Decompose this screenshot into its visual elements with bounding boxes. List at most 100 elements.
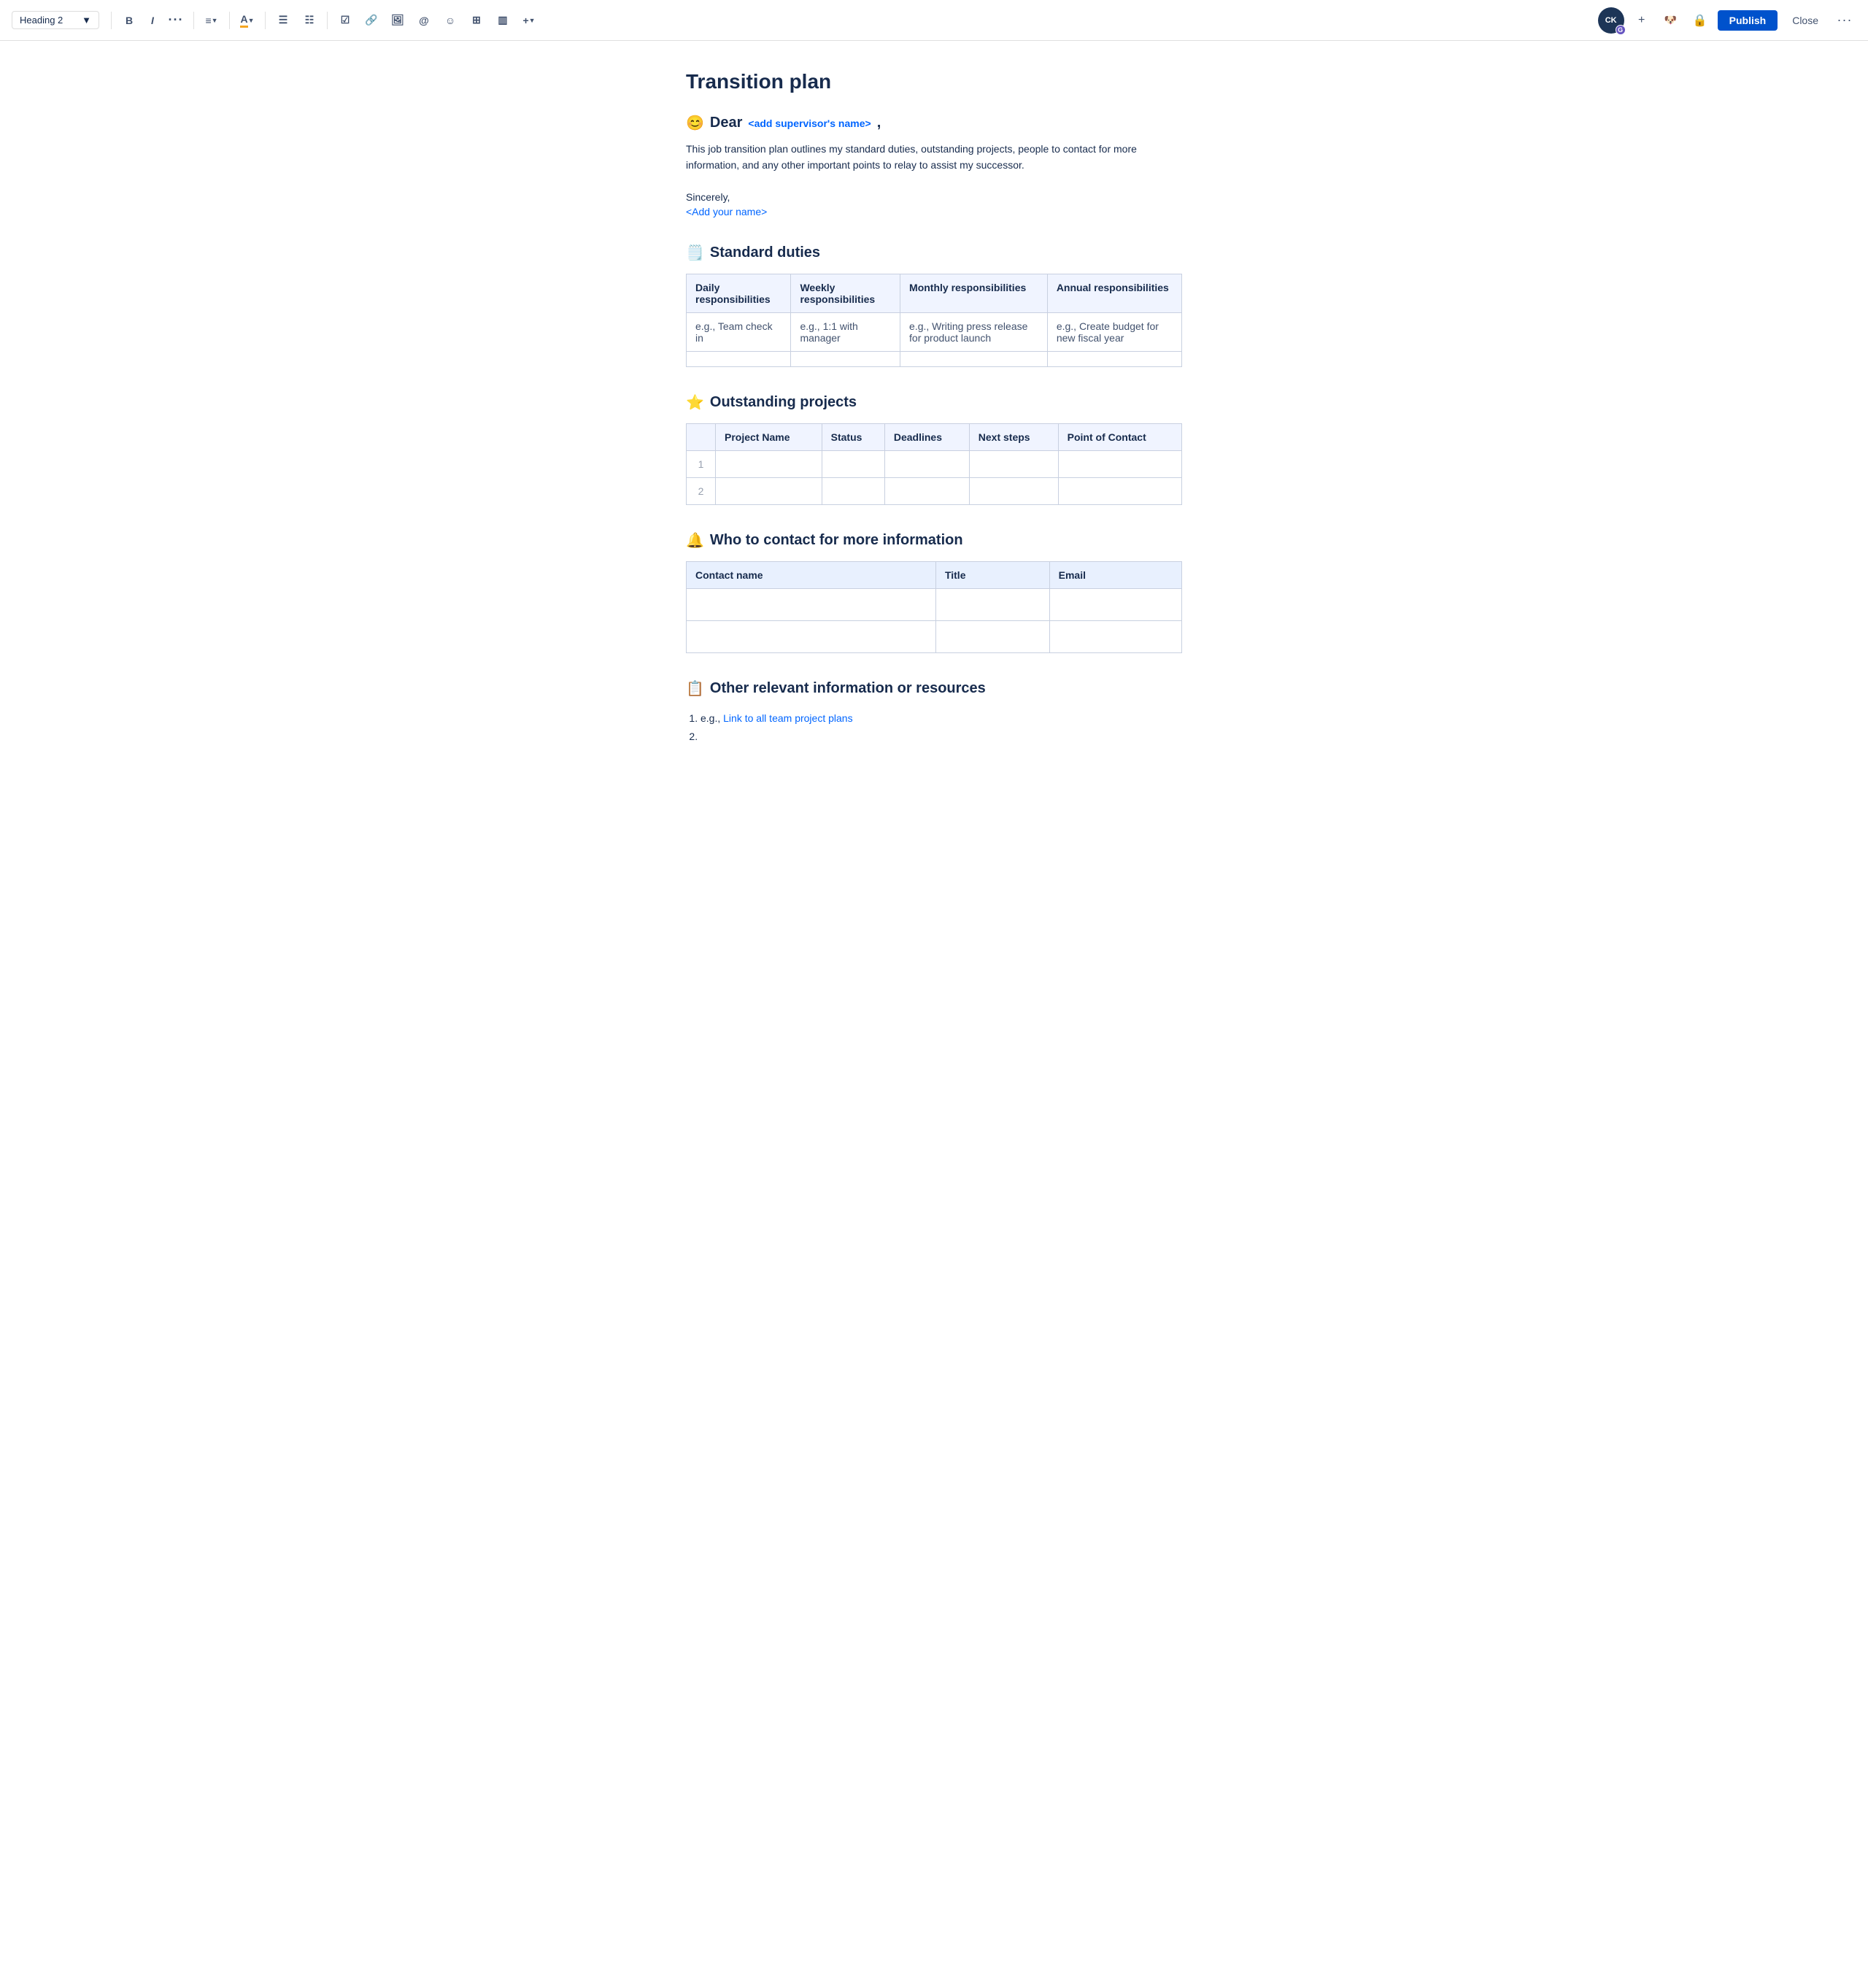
color-icon: A: [240, 13, 247, 28]
th-weekly: Weekly responsibilities: [791, 274, 900, 312]
numbered-list-button[interactable]: ☷: [298, 9, 321, 32]
more-options-button[interactable]: ···: [1833, 9, 1856, 32]
divider-4: [265, 12, 266, 29]
list-item-2[interactable]: [700, 728, 1182, 746]
td-contact-title-2[interactable]: [935, 620, 1049, 652]
th-num: [687, 423, 716, 450]
bold-button[interactable]: B: [117, 9, 141, 32]
insert-more-icon: +: [522, 15, 528, 26]
numbered-list-icon: ☷: [305, 14, 314, 26]
td-weekly-1[interactable]: e.g., 1:1 with manager: [791, 312, 900, 351]
greeting-text: Dear: [710, 115, 742, 131]
td-monthly-2[interactable]: [900, 351, 1048, 366]
td-poc-1[interactable]: [1058, 450, 1181, 477]
color-button[interactable]: A ▼: [236, 9, 259, 32]
bullet-list-button[interactable]: ☰: [271, 9, 295, 32]
insert-more-button[interactable]: + ▼: [517, 9, 541, 32]
td-poc-2[interactable]: [1058, 477, 1181, 504]
td-next-steps-1[interactable]: [969, 450, 1058, 477]
th-title: Title: [935, 561, 1049, 588]
template-icon: 🐶: [1664, 14, 1677, 26]
heading-selector[interactable]: Heading 2 ▼: [12, 11, 99, 29]
intro-paragraph[interactable]: This job transition plan outlines my sta…: [686, 141, 1182, 174]
td-contact-name-1[interactable]: [687, 588, 936, 620]
emoji-button[interactable]: ☺: [439, 9, 462, 32]
td-monthly-1[interactable]: e.g., Writing press release for product …: [900, 312, 1048, 351]
task-icon: ☑: [341, 14, 350, 26]
align-chevron: ▼: [212, 17, 218, 24]
add-collaborator-button[interactable]: +: [1630, 9, 1653, 32]
mention-button[interactable]: @: [412, 9, 436, 32]
td-status-2[interactable]: [822, 477, 884, 504]
bullet-list-icon: ☰: [279, 14, 288, 26]
contacts-section: 🔔 Who to contact for more information Co…: [686, 531, 1182, 653]
table-header-row: Contact name Title Email: [687, 561, 1182, 588]
table-row: [687, 620, 1182, 652]
td-daily-1[interactable]: e.g., Team check in: [687, 312, 791, 351]
outstanding-projects-heading: ⭐ Outstanding projects: [686, 393, 1182, 412]
td-contact-title-1[interactable]: [935, 588, 1049, 620]
heading-chevron: ▼: [82, 15, 91, 26]
td-weekly-2[interactable]: [791, 351, 900, 366]
publish-button[interactable]: Publish: [1718, 10, 1778, 31]
lock-button[interactable]: 🔒: [1688, 9, 1712, 32]
td-deadlines-1[interactable]: [884, 450, 969, 477]
greeting-comma: ,: [877, 115, 881, 131]
supervisor-name-placeholder[interactable]: <add supervisor's name>: [748, 117, 871, 129]
table-row: [687, 351, 1182, 366]
image-button[interactable]: 🖼: [386, 9, 409, 32]
outstanding-projects-section: ⭐ Outstanding projects Project Name Stat…: [686, 393, 1182, 505]
italic-button[interactable]: I: [141, 9, 164, 32]
other-resources-title: Other relevant information or resources: [710, 680, 986, 697]
divider-1: [111, 12, 112, 29]
avatar[interactable]: CK G: [1598, 7, 1624, 34]
resources-list: e.g., Link to all team project plans: [686, 709, 1182, 746]
td-next-steps-2[interactable]: [969, 477, 1058, 504]
td-contact-email-2[interactable]: [1049, 620, 1181, 652]
link-button[interactable]: 🔗: [360, 9, 383, 32]
other-resources-emoji: 📋: [686, 679, 704, 698]
name-placeholder[interactable]: <Add your name>: [686, 206, 767, 217]
th-annual: Annual responsibilities: [1047, 274, 1181, 312]
outstanding-projects-emoji: ⭐: [686, 393, 704, 412]
td-row-num-1: 1: [687, 450, 716, 477]
mention-icon: @: [419, 15, 429, 26]
td-contact-email-1[interactable]: [1049, 588, 1181, 620]
td-status-1[interactable]: [822, 450, 884, 477]
td-deadlines-2[interactable]: [884, 477, 969, 504]
align-icon: ≡: [205, 15, 211, 26]
other-resources-section: 📋 Other relevant information or resource…: [686, 679, 1182, 746]
doc-title[interactable]: Transition plan: [686, 70, 1182, 93]
align-button[interactable]: ≡ ▼: [200, 9, 223, 32]
contacts-heading: 🔔 Who to contact for more information: [686, 531, 1182, 550]
table-row: e.g., Team check in e.g., 1:1 with manag…: [687, 312, 1182, 351]
standard-duties-table: Daily responsibilities Weekly responsibi…: [686, 274, 1182, 367]
more-options-icon: ···: [1837, 12, 1853, 28]
table-row: [687, 588, 1182, 620]
outstanding-projects-table: Project Name Status Deadlines Next steps…: [686, 423, 1182, 505]
list-item-link-1[interactable]: Link to all team project plans: [723, 712, 852, 724]
td-annual-2[interactable]: [1047, 351, 1181, 366]
divider-2: [193, 12, 194, 29]
layout-icon: ▥: [498, 14, 507, 26]
table-row: 1: [687, 450, 1182, 477]
sincerely-text: Sincerely,: [686, 191, 1182, 203]
contacts-emoji: 🔔: [686, 531, 704, 550]
avatar-initials: CK: [1605, 16, 1617, 25]
image-icon: 🖼: [391, 14, 404, 26]
td-project-name-1[interactable]: [716, 450, 822, 477]
more-format-button[interactable]: ···: [164, 9, 188, 32]
td-daily-2[interactable]: [687, 351, 791, 366]
close-button[interactable]: Close: [1783, 10, 1827, 31]
td-annual-1[interactable]: e.g., Create budget for new fiscal year: [1047, 312, 1181, 351]
th-monthly: Monthly responsibilities: [900, 274, 1048, 312]
add-icon: +: [1638, 14, 1645, 27]
table-button[interactable]: ⊞: [465, 9, 488, 32]
th-deadlines: Deadlines: [884, 423, 969, 450]
task-button[interactable]: ☑: [333, 9, 357, 32]
td-project-name-2[interactable]: [716, 477, 822, 504]
template-button[interactable]: 🐶: [1659, 9, 1683, 32]
layout-button[interactable]: ▥: [491, 9, 514, 32]
td-contact-name-2[interactable]: [687, 620, 936, 652]
standard-duties-title: Standard duties: [710, 244, 820, 261]
